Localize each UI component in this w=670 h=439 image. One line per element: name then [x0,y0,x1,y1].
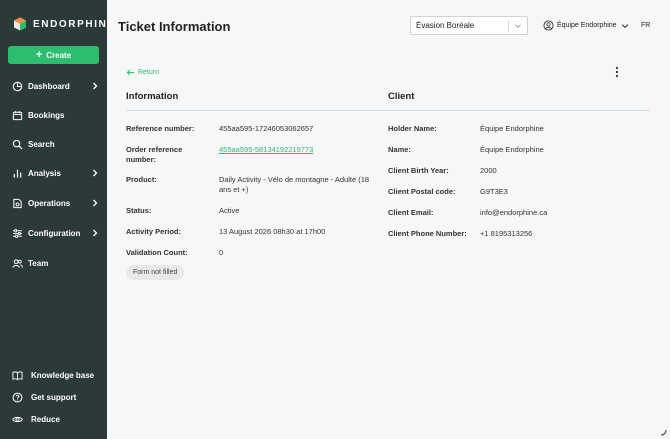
user-circle-icon [543,20,554,31]
birth-year-value: 2000 [480,166,497,175]
chevron-right-icon [93,199,98,207]
brand-name: ENDORPHINE [33,18,116,30]
calendar-icon [12,110,23,120]
holder-name-label: Holder Name: [388,124,437,133]
book-icon [12,370,23,380]
client-section-title: Client [388,91,415,102]
activity-period-label: Activity Period: [126,227,182,236]
sidebar-item-label: Bookings [28,110,65,120]
account-name: Équipe Endorphine [557,22,617,29]
bar-chart-icon [13,169,22,178]
status-label: Status: [126,206,152,215]
search-icon [12,139,23,149]
chevron-right-icon [93,82,98,90]
activity-period-value: 13 August 2026 08h30 at 17h00 [219,227,326,236]
sliders-icon [12,228,23,238]
reduce-label: Reduce [31,414,60,424]
sidebar-item-label: Operations [28,198,71,208]
endorphine-logo-icon [14,17,26,31]
order-reference-label: Order reference number: [126,145,183,164]
product-label: Product: [126,175,157,184]
get-support-link[interactable]: Get support [12,390,100,404]
order-reference-link[interactable]: 455aa595-58134192219773 [219,145,379,155]
sidebar-item-label: Configuration [28,228,81,238]
client-name-label: Name: [388,145,411,154]
client-phone-label: Client Phone Number: [388,229,467,238]
validation-count-value: 0 [219,248,224,257]
birth-year-label: Client Birth Year: [388,166,449,175]
organization-select[interactable]: Évasion Boréale [410,16,528,35]
more-options-icon[interactable] [613,66,621,78]
reference-number-value: 455aa595-17246053062657 [219,124,314,133]
sidebar-item-label: Search [28,139,55,149]
sidebar-item-search[interactable]: Search [12,136,100,152]
status-value: Active [219,206,240,215]
pie-chart-icon [12,81,23,91]
chevron-down-icon [515,24,521,29]
sidebar-item-configuration[interactable]: Configuration [12,225,100,241]
client-email-value: info@endorphine.ca [480,208,548,217]
plus-icon: + [35,48,43,61]
postal-code-label: Client Postal code: [388,187,456,196]
sidebar-item-analysis[interactable]: Analysis [12,165,100,181]
team-icon [12,258,23,268]
chevron-right-icon [93,169,98,177]
create-button[interactable]: + Create [8,46,99,64]
client-phone-value: +1 8195313256 [480,229,533,238]
sidebar-item-operations[interactable]: Operations [12,195,100,211]
postal-code-value: G9T3E3 [480,187,508,196]
return-link[interactable]: Return [126,68,159,77]
create-button-label: Create [46,50,72,60]
get-support-label: Get support [31,392,77,402]
eye-icon [12,416,23,422]
sidebar-item-team[interactable]: Team [12,255,100,271]
resize-corner-icon [660,429,667,436]
chevron-right-icon [93,229,98,237]
product-value: Daily Activity - Vélo de montagne - Adul… [219,175,370,194]
sidebar-item-bookings[interactable]: Bookings [12,107,100,123]
page-title: Ticket Information [118,19,231,34]
chevron-down-icon [621,23,628,28]
return-label: Return [138,69,160,76]
sidebar-item-label: Dashboard [28,81,70,91]
brand-logo[interactable]: ENDORPHINE [13,17,116,31]
section-divider [126,110,650,111]
knowledge-base-label: Knowledge base [31,370,95,380]
holder-name-value: Équipe Endorphine [480,124,544,133]
organization-select-value: Évasion Boréale [416,21,475,30]
client-email-label: Client Email: [388,208,434,217]
select-divider [508,20,509,32]
sidebar-item-dashboard[interactable]: Dashboard [12,78,100,94]
operations-icon [13,198,22,208]
knowledge-base-link[interactable]: Knowledge base [12,368,100,382]
sidebar-item-label: Team [28,258,49,268]
validation-count-label: Validation Count: [126,248,188,257]
form-status-badge: Form not filled [126,265,185,280]
reference-number-label: Reference number: [126,124,195,133]
language-switch[interactable]: FR [641,22,650,29]
information-section-title: Information [126,91,179,102]
help-icon [12,392,23,402]
sidebar: ENDORPHINE + Create Dashboard Bookings S… [0,0,114,439]
arrow-left-icon [126,69,135,76]
sidebar-item-label: Analysis [28,168,61,178]
client-name-value: Équipe Endorphine [480,145,544,154]
account-menu[interactable]: Équipe Endorphine [543,20,629,31]
reduce-sidebar-button[interactable]: Reduce [12,412,100,426]
